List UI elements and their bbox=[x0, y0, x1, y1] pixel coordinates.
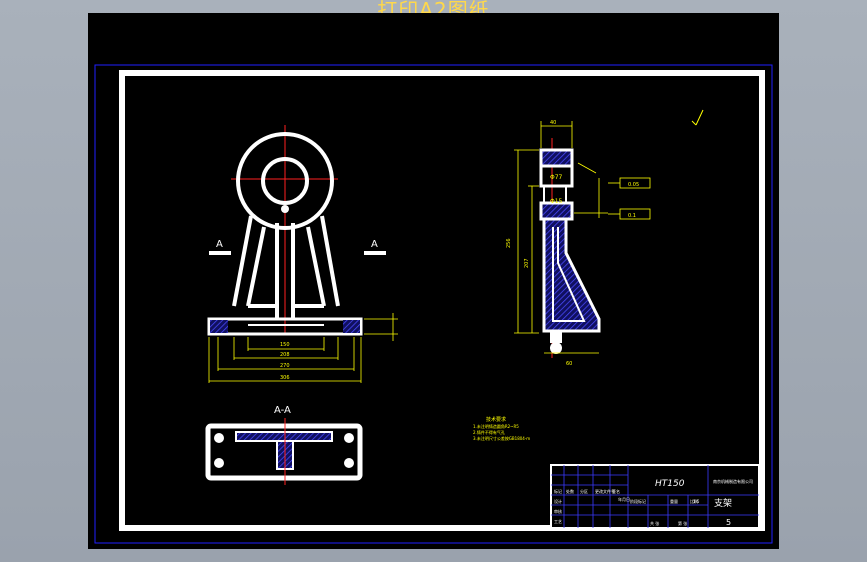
section-marker-left: A bbox=[209, 239, 231, 255]
technical-notes: 技术要求 1.未注明铸造圆角R2~R5 2.铸件不得有气孔 3.未注明尺寸公差按… bbox=[473, 416, 530, 441]
title-block[interactable]: HT150 南京机械制造有限公司 支架 5 1:5 阶段标记 重量 比例 标记 … bbox=[550, 464, 760, 529]
front-base-hatch-left bbox=[210, 320, 228, 333]
svg-text:1.未注明铸造圆角R2~R5: 1.未注明铸造圆角R2~R5 bbox=[473, 423, 519, 429]
label-3: 分区 bbox=[580, 488, 588, 494]
svg-text:A: A bbox=[216, 239, 223, 250]
sheet-number: 5 bbox=[726, 518, 731, 527]
dim-phi: Φ77 bbox=[550, 174, 563, 181]
dim-hole: Φ15 bbox=[550, 198, 563, 205]
tol-1: 0.05 bbox=[628, 182, 639, 188]
material: HT150 bbox=[655, 479, 685, 489]
dim-side-inner: 207 bbox=[524, 258, 530, 268]
roughness-symbol bbox=[691, 109, 704, 126]
tol-2: 0.1 bbox=[628, 213, 636, 219]
sheet-index: 第 张 bbox=[678, 520, 687, 526]
dim-front-2: 208 bbox=[280, 352, 290, 358]
stage-label-2: 重量 bbox=[670, 498, 678, 504]
sheet-count: 共 张 bbox=[650, 520, 659, 526]
svg-text:2.铸件不得有气孔: 2.铸件不得有气孔 bbox=[473, 429, 505, 435]
dim-side-top: 40 bbox=[550, 120, 556, 126]
section-label: A-A bbox=[274, 405, 291, 416]
svg-text:3.未注明尺寸公差按GB1804-m: 3.未注明尺寸公差按GB1804-m bbox=[473, 435, 530, 441]
label-1: 标记 bbox=[554, 488, 562, 494]
front-hole bbox=[281, 205, 289, 213]
dim-front-3: 270 bbox=[280, 363, 290, 369]
front-view[interactable] bbox=[207, 125, 363, 336]
section-marker-right: A bbox=[364, 239, 386, 255]
label-6: 年月日 bbox=[618, 496, 630, 502]
label-2: 处数 bbox=[566, 488, 574, 494]
company: 南京机械制造有限公司 bbox=[713, 478, 753, 484]
drawing-svg: A A 150 208 270 306 40 256 207 60 0.05 0… bbox=[94, 64, 773, 544]
front-dimensions bbox=[208, 313, 398, 383]
side-view[interactable] bbox=[539, 138, 601, 358]
label-5: 签名 bbox=[612, 488, 620, 494]
dim-front-4: 306 bbox=[280, 375, 290, 381]
drawing-canvas[interactable]: A A 150 208 270 306 40 256 207 60 0.05 0… bbox=[88, 13, 779, 549]
dim-side-bottom: 60 bbox=[566, 361, 572, 367]
stage-label-1: 阶段标记 bbox=[630, 498, 646, 504]
part-name: 支架 bbox=[714, 497, 732, 509]
dim-front-1: 150 bbox=[280, 342, 290, 348]
front-base-hatch-right bbox=[343, 320, 360, 333]
row-label-2: 审核 bbox=[554, 508, 562, 514]
dim-side-outer: 256 bbox=[506, 238, 512, 248]
stage-label-3: 比例 bbox=[690, 498, 698, 504]
row-label-3: 工艺 bbox=[554, 519, 562, 524]
row-label-1: 设计 bbox=[554, 498, 562, 504]
svg-text:A: A bbox=[371, 239, 378, 250]
svg-text:技术要求: 技术要求 bbox=[486, 416, 506, 423]
section-view[interactable] bbox=[205, 418, 363, 485]
